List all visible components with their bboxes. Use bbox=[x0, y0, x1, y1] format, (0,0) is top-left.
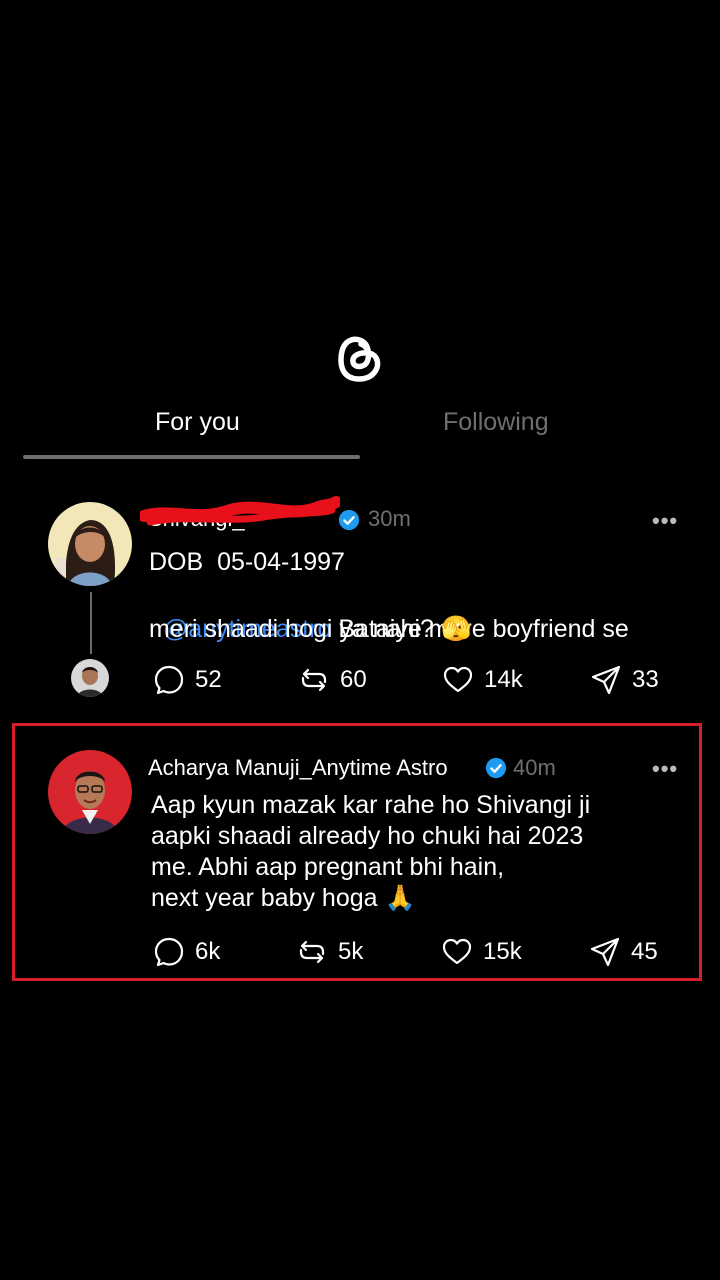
post2-reply-button[interactable]: 6k bbox=[153, 936, 220, 968]
send-icon bbox=[590, 937, 620, 967]
avatar-reply-preview[interactable] bbox=[71, 659, 109, 697]
repost-icon bbox=[299, 940, 325, 964]
post1-share-button[interactable]: 33 bbox=[590, 664, 659, 696]
post2-share-button[interactable]: 45 bbox=[589, 936, 658, 968]
post1-timestamp: 30m bbox=[368, 506, 411, 531]
post2-line: Aap kyun mazak kar rahe ho Shivangi ji bbox=[151, 791, 591, 819]
post2-line: next year baby hoga 🙏 bbox=[151, 884, 416, 912]
tab-following[interactable]: Following bbox=[443, 408, 549, 437]
username-scribble-redaction bbox=[140, 496, 340, 526]
post2-like-button[interactable]: 15k bbox=[441, 936, 522, 968]
avatar-shivangi[interactable] bbox=[48, 502, 132, 586]
verified-badge-icon bbox=[485, 757, 507, 779]
post1-reply-count: 52 bbox=[195, 666, 222, 693]
repost-icon bbox=[301, 668, 327, 692]
avatar-acharya-manuji[interactable] bbox=[48, 750, 132, 834]
post2-more-options-icon[interactable]: ••• bbox=[652, 756, 678, 782]
post2-timestamp: 40m bbox=[513, 755, 556, 780]
post2-body: Aap kyun mazak kar rahe ho Shivangi ji a… bbox=[151, 790, 590, 914]
post2-repost-button[interactable]: 5k bbox=[296, 936, 363, 968]
send-icon bbox=[591, 665, 621, 695]
post1-more-options-icon[interactable]: ••• bbox=[652, 508, 678, 534]
reply-icon bbox=[154, 937, 184, 967]
post1-repost-count: 60 bbox=[340, 666, 367, 693]
post2-line: me. Abhi aap pregnant bhi hain, bbox=[151, 853, 505, 881]
post1-like-count: 14k bbox=[484, 666, 523, 693]
post1-share-count: 33 bbox=[632, 666, 659, 693]
post2-like-count: 15k bbox=[483, 938, 522, 965]
active-tab-indicator bbox=[23, 455, 360, 459]
post2-line: aapki shaadi already ho chuki hai 2023 bbox=[151, 822, 584, 850]
thread-connector-line bbox=[90, 592, 92, 654]
post2-repost-count: 5k bbox=[338, 938, 364, 965]
post1-dob-line: DOB 05-04-1997 bbox=[149, 548, 345, 576]
heart-icon bbox=[443, 666, 473, 693]
post1-text-line2: meri shaadi hogi ya nahi? 🫣 bbox=[149, 615, 472, 643]
post2-share-count: 45 bbox=[631, 938, 658, 965]
post2-reply-count: 6k bbox=[195, 938, 221, 965]
threads-logo-icon[interactable] bbox=[330, 326, 388, 386]
reply-icon bbox=[154, 665, 184, 695]
tab-for-you[interactable]: For you bbox=[155, 408, 240, 437]
verified-badge-icon bbox=[338, 509, 360, 531]
post1-reply-button[interactable]: 52 bbox=[153, 664, 222, 696]
post2-username[interactable]: Acharya Manuji_Anytime Astro bbox=[148, 755, 448, 781]
heart-icon bbox=[442, 938, 472, 965]
post1-like-button[interactable]: 14k bbox=[442, 664, 523, 696]
post1-repost-button[interactable]: 60 bbox=[298, 664, 367, 696]
